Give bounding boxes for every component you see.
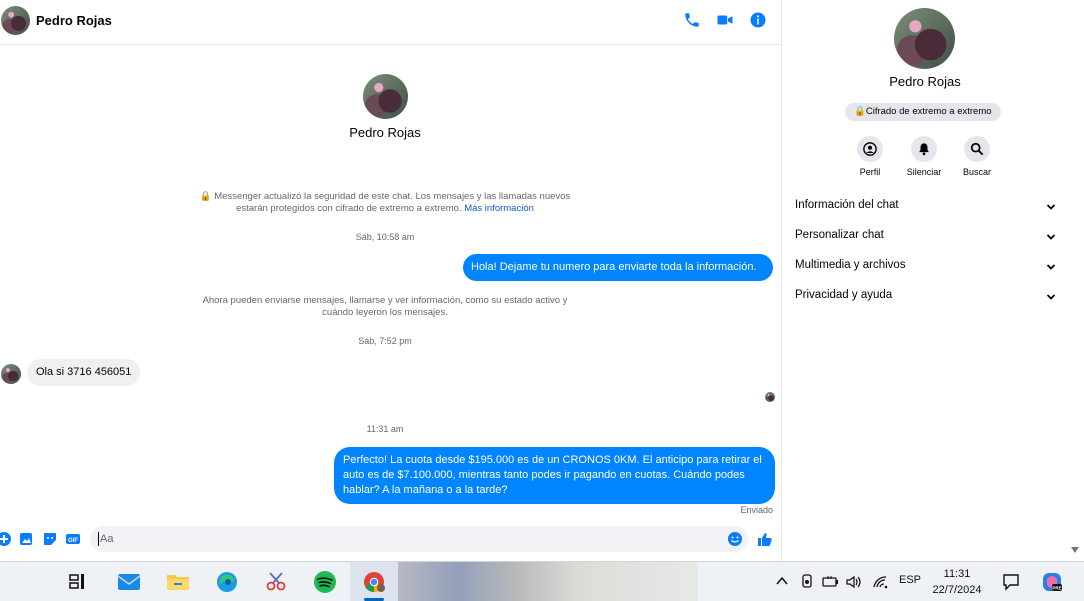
phone-call-icon[interactable] bbox=[683, 11, 701, 29]
security-notice: 🔒 Messenger actualizó la seguridad de es… bbox=[190, 191, 580, 215]
edge-browser-icon[interactable] bbox=[214, 570, 240, 594]
gif-icon[interactable]: GIF bbox=[65, 531, 81, 547]
network-icon[interactable] bbox=[872, 575, 888, 589]
like-icon[interactable] bbox=[757, 531, 773, 547]
contact-avatar[interactable] bbox=[1, 6, 30, 35]
contact-name[interactable]: Pedro Rojas bbox=[36, 13, 112, 28]
encryption-badge[interactable]: 🔒Cifrado de extremo a extremo bbox=[845, 103, 1001, 121]
taskbar: ESP 11:31 22/7/2024 PRE bbox=[0, 561, 1084, 601]
details-avatar bbox=[894, 8, 955, 69]
svg-text:GIF: GIF bbox=[68, 538, 78, 544]
section-media-files[interactable]: Multimedia y archivos bbox=[795, 259, 1057, 279]
file-explorer-icon[interactable] bbox=[165, 570, 191, 594]
section-chat-info[interactable]: Información del chat bbox=[795, 199, 1057, 219]
snipping-tool-icon[interactable] bbox=[263, 570, 289, 594]
emoji-icon[interactable] bbox=[727, 531, 743, 547]
mute-label: Silenciar bbox=[906, 167, 942, 177]
clock-time: 11:31 bbox=[943, 568, 971, 580]
video-call-icon[interactable] bbox=[716, 11, 734, 29]
language-indicator[interactable]: ESP bbox=[899, 574, 921, 586]
profile-icon bbox=[863, 142, 877, 156]
conversation-avatar bbox=[363, 74, 408, 119]
timestamp: 11:31 am bbox=[366, 424, 404, 434]
show-hidden-icons-icon[interactable] bbox=[776, 576, 788, 586]
search-icon bbox=[970, 142, 984, 156]
lock-icon: 🔒 bbox=[854, 106, 866, 117]
contact-small-avatar[interactable] bbox=[1, 364, 21, 384]
lock-icon: 🔒 bbox=[199, 191, 215, 202]
wallpaper-strip bbox=[398, 562, 698, 601]
section-label: Personalizar chat bbox=[795, 229, 884, 241]
mute-button[interactable]: Silenciar bbox=[899, 136, 949, 177]
svg-text:PRE: PRE bbox=[1052, 586, 1061, 591]
message-outgoing[interactable]: Perfecto! La cuota desde $195.000 es de … bbox=[334, 447, 775, 504]
section-label: Privacidad y ayuda bbox=[795, 289, 893, 301]
chevron-down-icon bbox=[1046, 294, 1056, 300]
details-name: Pedro Rojas bbox=[889, 74, 961, 89]
chat-header: Pedro Rojas bbox=[0, 0, 782, 45]
clock[interactable]: 11:31 22/7/2024 bbox=[925, 566, 989, 598]
text-caret bbox=[98, 532, 99, 546]
message-outgoing[interactable]: Hola! Dejame tu numero para enviarte tod… bbox=[463, 254, 773, 281]
sticker-icon[interactable] bbox=[42, 531, 58, 547]
timestamp: Sáb, 10:58 am bbox=[355, 232, 415, 242]
chat-details-panel: Pedro Rojas 🔒Cifrado de extremo a extrem… bbox=[783, 0, 1067, 561]
timestamp: Sáb, 7:52 pm bbox=[358, 336, 412, 346]
status-notice: Ahora pueden enviarse mensajes, llamarse… bbox=[202, 295, 568, 318]
scroll-down-arrow-icon[interactable] bbox=[1071, 547, 1079, 553]
chevron-down-icon bbox=[1046, 234, 1056, 240]
task-view-icon[interactable] bbox=[66, 570, 92, 594]
section-customize-chat[interactable]: Personalizar chat bbox=[795, 229, 1057, 249]
mail-icon[interactable] bbox=[116, 570, 142, 594]
photo-icon[interactable] bbox=[18, 531, 34, 547]
clock-date: 22/7/2024 bbox=[932, 584, 982, 596]
spotify-icon[interactable] bbox=[312, 570, 338, 594]
copilot-icon[interactable]: PRE bbox=[1041, 571, 1063, 593]
more-info-link[interactable]: Más información bbox=[464, 203, 534, 214]
conversation-name: Pedro Rojas bbox=[349, 125, 421, 140]
volume-icon[interactable] bbox=[846, 575, 862, 589]
battery-icon[interactable] bbox=[822, 575, 839, 588]
profile-button[interactable]: Perfil bbox=[845, 136, 895, 177]
page-scrollbar[interactable] bbox=[1067, 0, 1084, 561]
desktop: Pedro Rojas Pedro Rojas 🔒 Messenger actu… bbox=[0, 0, 1084, 601]
message-incoming[interactable]: Ola si 3716 456051 bbox=[27, 359, 141, 386]
sent-status: Enviado bbox=[740, 505, 773, 515]
info-icon[interactable] bbox=[749, 11, 767, 29]
message-input[interactable]: Aa bbox=[90, 526, 748, 552]
chevron-down-icon bbox=[1046, 204, 1056, 210]
search-label: Buscar bbox=[962, 167, 991, 177]
chat-pane: Pedro Rojas Pedro Rojas 🔒 Messenger actu… bbox=[0, 0, 782, 561]
profile-label: Perfil bbox=[859, 167, 881, 177]
message-input-placeholder: Aa bbox=[100, 533, 114, 545]
composer: GIF Aa bbox=[0, 521, 782, 557]
chrome-icon[interactable] bbox=[361, 570, 387, 594]
usb-device-icon[interactable] bbox=[800, 574, 814, 589]
section-label: Multimedia y archivos bbox=[795, 259, 906, 271]
section-privacy-help[interactable]: Privacidad y ayuda bbox=[795, 289, 1057, 309]
section-label: Información del chat bbox=[795, 199, 899, 211]
plus-icon[interactable] bbox=[0, 531, 12, 547]
chevron-down-icon bbox=[1046, 264, 1056, 270]
search-button[interactable]: Buscar bbox=[952, 136, 1002, 177]
bell-icon bbox=[919, 143, 929, 156]
notifications-icon[interactable] bbox=[1002, 573, 1020, 591]
encryption-label: Cifrado de extremo a extremo bbox=[865, 106, 992, 117]
read-receipt-avatar bbox=[765, 392, 775, 402]
